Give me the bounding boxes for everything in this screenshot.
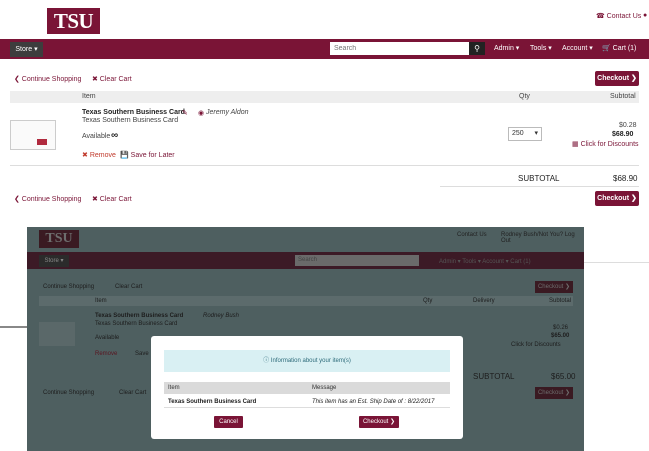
dim-item-user: Rodney Bush: [203, 313, 240, 319]
modal-cancel-button[interactable]: Cancel: [214, 416, 243, 428]
search-input[interactable]: [330, 42, 469, 55]
col-qty: Qty: [519, 93, 530, 100]
dim-clear-bottom: Clear Cart: [119, 390, 147, 396]
dim-checkout-bottom: Checkout ❯: [535, 387, 573, 399]
dim-user-line: Rodney Bush/Not You? Log Out: [501, 232, 575, 244]
discounts-label: Click for Discounts: [580, 141, 639, 148]
info-icon: ⓘ: [263, 358, 270, 364]
availability-label: Available: [82, 133, 111, 140]
dim-subtotal-label: SUBTOTAL: [473, 372, 515, 381]
dim-total: $65.00: [551, 333, 570, 339]
dim-discounts: Click for Discounts: [511, 342, 561, 348]
col-item: Item: [82, 93, 96, 100]
eye-icon: ◉: [198, 110, 205, 117]
item-name[interactable]: Texas Southern Business Card: [82, 109, 185, 116]
admin-menu[interactable]: Admin ▾: [494, 44, 519, 52]
modal-table-header: Item Message: [164, 382, 450, 394]
dim-remove: Remove: [95, 351, 118, 357]
search-button[interactable]: ⚲: [469, 42, 485, 55]
dim-subtotal-value: $65.00: [551, 372, 576, 381]
item-description: Texas Southern Business Card: [82, 117, 179, 124]
account-menu[interactable]: Account ▾: [562, 44, 593, 52]
dim-contact: Contact Us: [457, 232, 487, 238]
store-menu-button[interactable]: Store ▾: [10, 42, 43, 57]
col-subtotal: Subtotal: [610, 93, 636, 100]
continue-shopping-link-bottom[interactable]: ❮ Continue Shopping: [14, 195, 81, 203]
modal-col-message: Message: [312, 385, 337, 391]
dim-logo: TSU: [39, 230, 79, 248]
checkout-button-top[interactable]: Checkout ❯: [595, 71, 639, 86]
card-accent: [37, 139, 47, 145]
dim-thumb: [39, 322, 75, 346]
edit-icon[interactable]: ✎: [182, 109, 188, 117]
modal-row-message: This item has an Est. Ship Date of : 8/2…: [312, 399, 435, 405]
save-for-later-link[interactable]: 💾 Save for Later: [120, 151, 175, 159]
subtotal-value: $68.90: [613, 174, 638, 183]
dim-col-subtotal: Subtotal: [549, 298, 572, 304]
dim-save: Save: [135, 351, 149, 357]
dim-item-name: Texas Southern Business Card: [95, 313, 184, 319]
clear-cart-link-bottom[interactable]: ✖ Clear Cart: [92, 195, 132, 203]
divider-line: [0, 326, 27, 328]
save-later-label: Save for Later: [130, 152, 175, 159]
dim-available: Available: [95, 335, 120, 341]
tsu-logo[interactable]: TSU: [47, 8, 100, 34]
dim-col-item: Item: [95, 298, 107, 304]
quantity-value: 250: [512, 130, 524, 137]
line-total: $68.90: [612, 131, 634, 138]
dim-checkout-top: Checkout ❯: [535, 281, 573, 293]
checkout-button-bottom[interactable]: Checkout ❯: [595, 191, 639, 206]
main-navbar: Store ▾ ⚲ Admin ▾ Tools ▾ Account ▾ 🛒 Ca…: [0, 39, 649, 59]
contact-us-link[interactable]: ☎ Contact Us: [596, 12, 641, 20]
tools-menu[interactable]: Tools ▾: [530, 44, 552, 52]
modal-col-item: Item: [168, 385, 180, 391]
unit-price: $0.28: [619, 122, 637, 129]
dim-continue-bottom: Continue Shopping: [43, 390, 95, 396]
dim-item-desc: Texas Southern Business Card: [95, 321, 178, 327]
dim-clear: Clear Cart: [115, 284, 143, 290]
clear-cart-link[interactable]: ✖ Clear Cart: [92, 75, 132, 83]
infinity-icon: ∞: [111, 130, 119, 141]
dim-col-delivery: Delivery: [473, 298, 495, 304]
modal-row-item: Texas Southern Business Card: [168, 399, 257, 405]
subtotal-label: SUBTOTAL: [518, 174, 560, 183]
dim-nav-links: Admin ▾ Tools ▾ Account ▾ Cart (1): [439, 259, 531, 265]
remove-label: Remove: [89, 152, 116, 159]
summary-divider: [440, 186, 639, 187]
row-divider: [10, 165, 639, 166]
dim-continue: Continue Shopping: [43, 284, 95, 290]
modal-info-banner: ⓘ Information about your item(s): [164, 350, 450, 372]
quantity-select[interactable]: 250 ▾: [508, 127, 542, 141]
cart-link[interactable]: 🛒 Cart (1): [602, 44, 636, 52]
remove-link[interactable]: ✖ Remove: [82, 151, 116, 159]
dim-col-qty: Qty: [423, 298, 433, 304]
product-thumbnail[interactable]: [10, 120, 56, 150]
dim-unit: $0.26: [553, 325, 569, 331]
modal-title: Information about your item(s): [270, 358, 351, 364]
modal-table-row: Texas Southern Business Card This item h…: [164, 396, 450, 408]
discounts-link[interactable]: ▦ Click for Discounts: [572, 140, 639, 148]
user-icon[interactable]: ●: [643, 12, 647, 19]
dim-store: Store ▾: [39, 255, 69, 267]
item-user: Jeremy Aldon: [206, 109, 249, 116]
modal-checkout-button[interactable]: Checkout ❯: [359, 416, 399, 428]
item-info-modal: ⓘ Information about your item(s) Item Me…: [151, 336, 463, 439]
continue-shopping-link[interactable]: ❮ Continue Shopping: [14, 75, 81, 83]
search-icon: ⚲: [474, 44, 480, 53]
cart-table-header: Item Qty Subtotal: [10, 91, 639, 103]
divider-line-right: [584, 262, 649, 263]
dim-search: Search: [295, 255, 419, 266]
chevron-down-icon: ▾: [534, 130, 538, 137]
